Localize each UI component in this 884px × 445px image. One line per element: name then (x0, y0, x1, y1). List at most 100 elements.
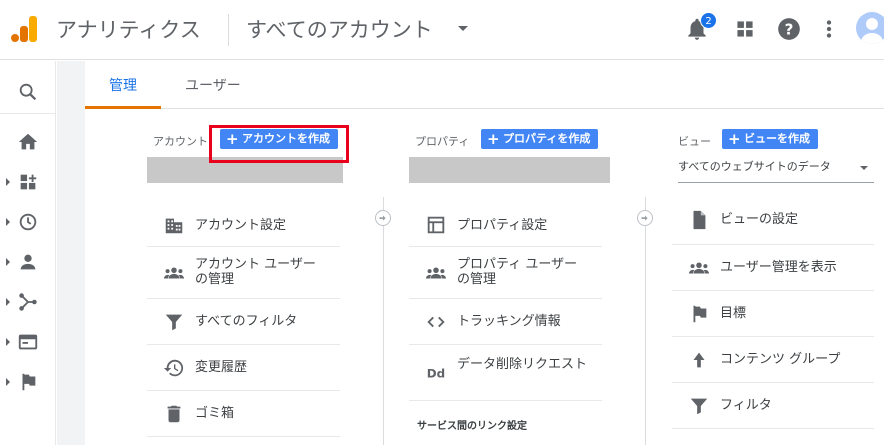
filter-icon (165, 314, 183, 331)
create-property-label: プロパティを作成 (503, 132, 591, 145)
property-settings-label: プロパティ設定 (457, 218, 548, 233)
account-picker[interactable]: すべてのアカウント (246, 14, 468, 44)
column-divider (383, 197, 384, 445)
view-selector-value: すべてのウェブサイトのデータ (678, 160, 831, 173)
expand-caret-icon[interactable] (6, 258, 10, 266)
search-icon[interactable] (17, 81, 39, 103)
content-grouping-label: コンテンツ グループ (720, 352, 841, 367)
cross-service-link-title: サービス間のリンク設定 (417, 421, 527, 432)
behavior-icon[interactable] (17, 331, 39, 353)
account-settings-label: アカウント設定 (195, 218, 287, 233)
property-column: プロパティ + プロパティを作成 プロパティ設定 プロパティ ユーザーの管理 ト… (409, 109, 619, 445)
all-filters-item[interactable]: すべてのフィルタ (147, 299, 340, 345)
view-settings-label: ビューの設定 (720, 212, 799, 227)
dashboard-icon[interactable] (17, 171, 39, 193)
create-account-highlight (209, 125, 349, 163)
person-avatar-icon (861, 18, 883, 44)
flag-icon (693, 305, 707, 323)
clock-icon[interactable] (17, 211, 39, 233)
more-vert-icon[interactable] (816, 16, 842, 42)
property-name-redacted[interactable] (409, 157, 610, 183)
goals-item[interactable]: 目標 (672, 291, 874, 337)
arrow-right-icon (641, 215, 648, 221)
content-group-icon (693, 352, 705, 368)
change-history-label: 変更履歴 (195, 360, 248, 375)
account-settings-item[interactable]: アカウント設定 (147, 203, 340, 247)
arrow-right-circle-icon (375, 210, 391, 226)
users-icon (688, 262, 710, 274)
view-column: ビュー + ビューを作成 すべてのウェブサイトのデータ ビューの設定 ユーザー管… (672, 109, 884, 445)
view-selector[interactable]: すべてのウェブサイトのデータ (678, 157, 874, 183)
history-icon (163, 359, 184, 377)
svg-text:?: ? (785, 20, 794, 38)
view-filters-item[interactable]: フィルタ (672, 383, 874, 429)
tracking-info-item[interactable]: トラッキング情報 (409, 299, 602, 345)
data-deletion-request-label: データ削除リクエスト (457, 357, 588, 372)
window-icon (427, 216, 445, 234)
users-icon (163, 267, 185, 279)
apps-grid-icon[interactable] (732, 16, 758, 42)
nav-separator (0, 113, 56, 114)
arrow-right-circle-icon (637, 210, 653, 226)
avatar[interactable] (856, 12, 884, 44)
view-filters-label: フィルタ (720, 398, 772, 413)
filter-icon (690, 398, 708, 415)
analytics-logo-icon[interactable] (10, 14, 40, 44)
property-user-management-item[interactable]: プロパティ ユーザーの管理 (409, 247, 602, 299)
trash-item[interactable]: ゴミ箱 (147, 391, 340, 437)
account-label: アカウント (153, 135, 208, 148)
create-view-label: ビューを作成 (744, 132, 810, 145)
plus-icon: + (728, 130, 741, 148)
create-property-button[interactable]: + プロパティを作成 (481, 129, 599, 149)
dd-icon: Dd (427, 367, 445, 381)
goals-label: 目標 (720, 306, 747, 321)
property-user-management-label: プロパティ ユーザーの管理 (457, 257, 578, 287)
view-user-management-item[interactable]: ユーザー管理を表示 (672, 245, 874, 291)
view-label: ビュー (678, 135, 711, 148)
caret-down-icon (860, 166, 868, 170)
account-user-management-item[interactable]: アカウント ユーザーの管理 (147, 247, 340, 299)
arrow-right-icon (379, 215, 386, 221)
expand-caret-icon[interactable] (6, 218, 10, 226)
top-bar: アナリティクス すべてのアカウント 2 ? (0, 0, 884, 60)
trash-label: ゴミ箱 (195, 406, 235, 421)
person-icon[interactable] (17, 251, 39, 273)
home-icon[interactable] (17, 131, 39, 153)
app-title: アナリティクス (56, 18, 201, 42)
tab-user[interactable]: ユーザー (185, 75, 241, 95)
tracking-info-label: トラッキング情報 (457, 314, 561, 329)
expand-caret-icon[interactable] (6, 378, 10, 386)
title-divider (228, 14, 229, 46)
data-deletion-request-item[interactable]: Dd データ削除リクエスト (409, 345, 602, 401)
all-filters-label: すべてのフィルタ (195, 314, 298, 329)
caret-down-icon (458, 26, 468, 31)
view-user-management-label: ユーザー管理を表示 (720, 260, 837, 275)
admin-tabs: 管理 ユーザー (85, 61, 884, 109)
left-nav (0, 61, 56, 445)
expand-caret-icon[interactable] (6, 298, 10, 306)
column-divider (645, 197, 646, 445)
flag-icon[interactable] (17, 371, 39, 393)
change-history-item[interactable]: 変更履歴 (147, 345, 340, 391)
property-settings-item[interactable]: プロパティ設定 (409, 203, 602, 247)
tab-admin[interactable]: 管理 (109, 75, 137, 95)
plus-icon: + (487, 130, 500, 148)
expand-caret-icon[interactable] (6, 338, 10, 346)
help-icon[interactable]: ? (776, 16, 802, 42)
notification-badge: 2 (700, 12, 717, 29)
property-label: プロパティ (415, 135, 470, 148)
users-icon (425, 267, 447, 279)
building-icon (165, 218, 183, 234)
code-icon (427, 316, 445, 328)
main-area: 管理 ユーザー アカウント + アカウントを作成 アカウント設定 アカウント ユ… (57, 61, 884, 445)
trash-icon (167, 405, 181, 423)
acquisition-icon[interactable] (17, 291, 39, 313)
account-picker-label: すべてのアカウント (246, 18, 433, 42)
content-grouping-item[interactable]: コンテンツ グループ (672, 337, 874, 383)
expand-caret-icon[interactable] (6, 178, 10, 186)
create-view-button[interactable]: + ビューを作成 (722, 129, 818, 149)
view-settings-item[interactable]: ビューの設定 (672, 195, 874, 245)
account-user-management-label: アカウント ユーザーの管理 (195, 257, 316, 287)
admin-content: 管理 ユーザー アカウント + アカウントを作成 アカウント設定 アカウント ユ… (85, 61, 884, 445)
document-icon (693, 210, 706, 230)
